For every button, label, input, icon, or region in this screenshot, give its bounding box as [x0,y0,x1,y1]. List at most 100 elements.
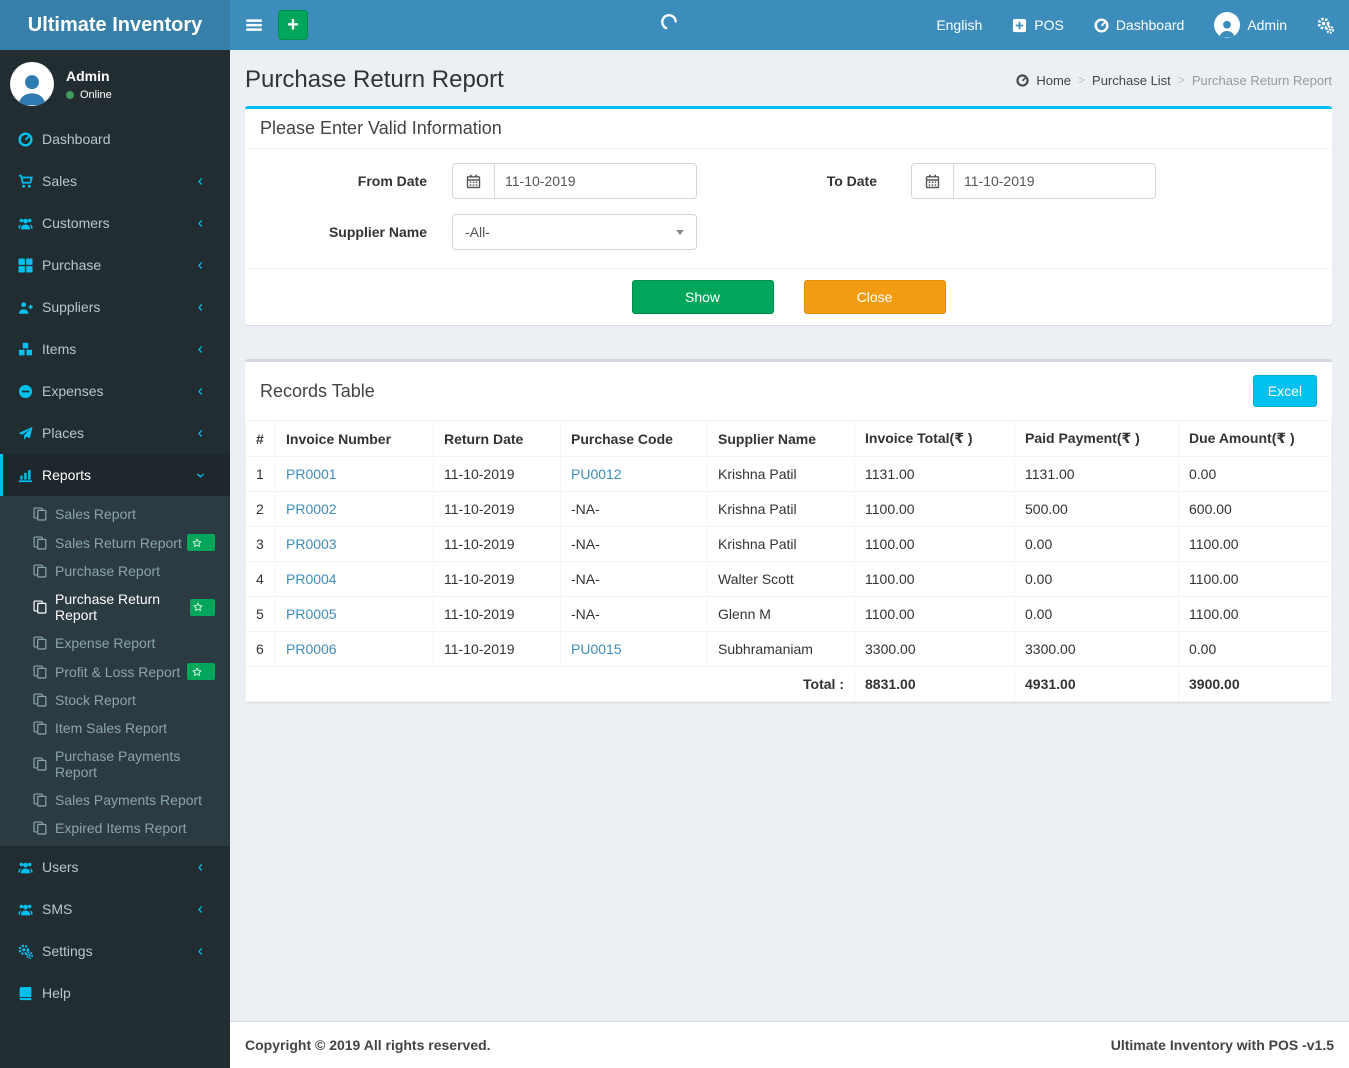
invoice-link[interactable]: PR0001 [286,466,337,482]
cell-sl: 4 [245,561,276,597]
sidebar-link-expenses[interactable]: Expenses [0,370,230,412]
invoice-link[interactable]: PR0005 [286,606,337,622]
table-row: 2 PR0002 11-10-2019 -NA- Krishna Patil 1100.0… [245,491,1332,527]
invoice-link[interactable]: PR0002 [286,501,337,517]
submenu-link-expired-items-report[interactable]: Expired Items Report [0,814,230,842]
submenu-link-item-sales-report[interactable]: Item Sales Report [0,714,230,742]
cell-due: 0.00 [1178,456,1332,492]
invoice-link[interactable]: PR0004 [286,571,337,587]
sidebar-link-help[interactable]: Help [0,972,230,1014]
submenu-link-profit-loss-report[interactable]: Profit & Loss Report [0,657,230,686]
sidebar-link-items[interactable]: Items [0,328,230,370]
pos-label: POS [1034,17,1064,33]
submenu-link-purchase-return-report[interactable]: Purchase Return Report [0,585,230,629]
main-content: Please Enter Valid Information From Date… [230,106,1349,1021]
supplier-name-label: Supplier Name [328,224,427,240]
favorite-star-badge[interactable] [189,598,215,616]
sidebar-user-name: Admin [66,67,110,84]
cell-supplier: Krishna Patil [707,526,855,562]
copy-icon [33,507,47,521]
breadcrumb-home[interactable]: Home [1036,73,1071,88]
submenu-link-sales-return-report[interactable]: Sales Return Report [0,528,230,557]
sidebar-link-dashboard[interactable]: Dashboard [0,118,230,160]
sidebar-link-reports[interactable]: Reports [0,454,230,496]
to-date-calendar-addon[interactable] [912,164,954,198]
submenu-item-expired-items-report: Expired Items Report [0,814,230,842]
supplier-select-value: -All- [465,224,490,240]
sidebar-link-suppliers[interactable]: Suppliers [0,286,230,328]
cell-purchase_code: PU0012 [560,456,708,492]
cell-return_date: 11-10-2019 [433,631,561,667]
close-button[interactable]: Close [803,280,946,314]
show-button[interactable]: Show [631,280,774,314]
plus-square-icon [1012,18,1027,33]
invoice-link[interactable]: PR0006 [286,641,337,657]
gears-icon [1317,17,1334,34]
sidebar-link-customers[interactable]: Customers [0,202,230,244]
sidebar-item-label: Sales [42,173,78,189]
person-icon [14,70,50,106]
table-row: 6 PR0006 11-10-2019 PU0015 Subhramaniam 3300.… [245,631,1332,667]
user-avatar[interactable] [10,62,54,106]
sidebar-item-settings: Settings [0,930,230,972]
submenu-link-purchase-report[interactable]: Purchase Report [0,557,230,585]
filter-form: From Date To Date [245,149,1332,268]
favorite-star-badge[interactable] [187,534,215,551]
submenu-item-label: Expired Items Report [55,820,187,836]
sidebar-link-settings[interactable]: Settings [0,930,230,972]
copy-icon [33,665,47,679]
sidebar-link-sms[interactable]: SMS [0,888,230,930]
top-navbar: + English POS Dashboard Admin [230,0,1349,50]
navbar-item-settings[interactable] [1302,0,1349,50]
sidebar-link-purchase[interactable]: Purchase [0,244,230,286]
cell-due: 0.00 [1178,631,1332,667]
cell-invoice: PR0003 [275,526,434,562]
chart-icon [18,468,33,483]
submenu-item-purchase-report: Purchase Report [0,557,230,585]
supplier-select[interactable]: -All- [452,214,697,250]
cell-return_date: 11-10-2019 [433,561,561,597]
copy-icon [33,721,47,735]
hamburger-icon [245,16,263,34]
from-date-calendar-addon[interactable] [453,164,495,198]
sidebar-link-places[interactable]: Places [0,412,230,454]
cell-invoice: PR0002 [275,491,434,527]
navbar-item-user[interactable]: Admin [1199,0,1302,50]
excel-export-button[interactable]: Excel [1252,375,1317,407]
submenu-item-label: Sales Return Report [55,534,182,551]
copy-icon [33,821,47,835]
sidebar-item-label: Help [42,985,71,1001]
to-date-input[interactable] [954,164,1155,198]
sidebar-link-users[interactable]: Users [0,846,230,888]
records-panel-heading: Records Table Excel [245,362,1332,420]
sidebar-toggle-button[interactable] [230,0,278,50]
invoice-link[interactable]: PR0003 [286,536,337,552]
submenu-link-stock-report[interactable]: Stock Report [0,686,230,714]
angle-left-icon [195,386,206,397]
navbar-item-pos[interactable]: POS [997,0,1079,50]
sidebar-item-label: Places [42,425,85,441]
cell-due: 1100.00 [1178,561,1332,597]
quick-add-button[interactable]: + [278,10,308,40]
brand-logo[interactable]: Ultimate Inventory [0,0,230,50]
gauge-icon [18,132,33,147]
submenu-link-sales-report[interactable]: Sales Report [0,500,230,528]
online-status-label: Online [80,88,112,101]
submenu-item-sales-report: Sales Report [0,500,230,528]
sidebar-link-sales[interactable]: Sales [0,160,230,202]
navbar-item-dashboard[interactable]: Dashboard [1079,0,1200,50]
sidebar-item-expenses: Expenses [0,370,230,412]
from-date-input[interactable] [495,164,696,198]
purchase-code-link[interactable]: PU0012 [571,466,622,482]
cell-paid: 0.00 [1014,596,1179,632]
purchase-code-link[interactable]: PU0015 [571,641,622,657]
favorite-star-badge[interactable] [187,663,215,680]
sidebar-item-items: Items [0,328,230,370]
submenu-link-sales-payments-report[interactable]: Sales Payments Report [0,786,230,814]
submenu-item-purchase-payments-report: Purchase Payments Report [0,742,230,786]
submenu-link-expense-report[interactable]: Expense Report [0,629,230,657]
submenu-link-purchase-payments-report[interactable]: Purchase Payments Report [0,742,230,786]
cell-invoice: PR0005 [275,596,434,632]
navbar-item-language[interactable]: English [921,0,997,50]
breadcrumb-purchase-list[interactable]: Purchase List [1092,73,1171,88]
